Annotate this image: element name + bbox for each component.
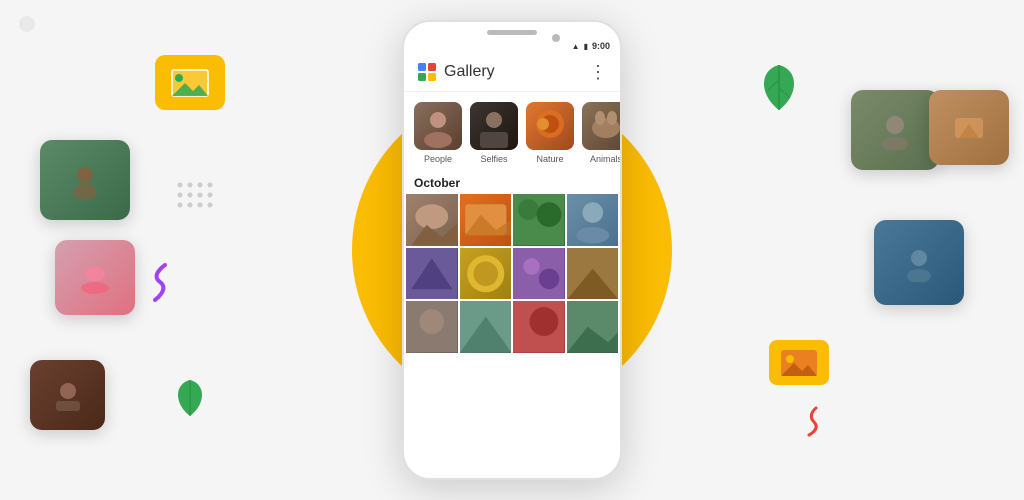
- dot-grid-decoration: [175, 180, 235, 245]
- image-card-icon: [169, 67, 211, 99]
- phone-status-bar: ▲ ▮ 9:00: [404, 39, 620, 53]
- grid-photo-8[interactable]: [567, 248, 619, 300]
- leaf-decoration-top-right: [754, 60, 804, 115]
- grid-photo-2[interactable]: [460, 194, 512, 246]
- category-selfies[interactable]: Selfies: [470, 102, 518, 164]
- grid-photo-11[interactable]: [513, 301, 565, 353]
- grid-photo-5[interactable]: [406, 248, 458, 300]
- grid-photo-4[interactable]: [567, 194, 619, 246]
- floating-photo-6: [929, 90, 1009, 165]
- gallery-logo-icon: [416, 61, 438, 83]
- floating-photo-3: [30, 360, 105, 430]
- battery-icon: ▮: [584, 42, 588, 51]
- grid-photo-6[interactable]: [460, 248, 512, 300]
- app-title: Gallery: [444, 63, 495, 81]
- image-icon-card: [155, 55, 225, 110]
- category-nature-label: Nature: [536, 154, 563, 164]
- category-nature[interactable]: Nature: [526, 102, 574, 164]
- category-selfies-label: Selfies: [480, 154, 507, 164]
- app-logo: Gallery: [416, 61, 495, 83]
- floating-photo-4: [851, 90, 939, 170]
- grid-photo-3[interactable]: [513, 194, 565, 246]
- category-animals[interactable]: Animals: [582, 102, 620, 164]
- signal-icon: ▲: [572, 42, 580, 51]
- category-nature-thumb: [526, 102, 574, 150]
- image-icon-card-2: [769, 340, 829, 385]
- category-people[interactable]: People: [414, 102, 462, 164]
- category-selfies-thumb: [470, 102, 518, 150]
- grid-photo-10[interactable]: [460, 301, 512, 353]
- grid-photo-1[interactable]: [406, 194, 458, 246]
- category-animals-label: Animals: [590, 154, 620, 164]
- more-options-icon[interactable]: ⋮: [589, 62, 608, 83]
- category-people-thumb: [414, 102, 462, 150]
- floating-photo-2: [55, 240, 135, 315]
- phone-speaker: [487, 30, 537, 35]
- google-logo: [18, 15, 36, 38]
- categories-row: People Selfies Nature Animals: [404, 92, 620, 170]
- grid-photo-7[interactable]: [513, 248, 565, 300]
- phone-camera: [552, 34, 560, 42]
- app-bar: Gallery ⋮: [404, 53, 620, 92]
- floating-photo-5: [874, 220, 964, 305]
- leaf-decoration-bottom-left: [170, 376, 210, 420]
- grid-photo-12[interactable]: [567, 301, 619, 353]
- s-curve-pink: [804, 405, 824, 440]
- grid-photo-9[interactable]: [406, 301, 458, 353]
- s-curve-purple: [145, 260, 175, 305]
- category-people-label: People: [424, 154, 452, 164]
- photo-grid: [404, 194, 620, 353]
- floating-photo-1: [40, 140, 130, 220]
- image-card-icon-2: [780, 349, 818, 377]
- phone-mockup: ▲ ▮ 9:00 Gallery ⋮ People: [402, 20, 622, 480]
- section-october-label: October: [404, 170, 620, 194]
- time-display: 9:00: [592, 41, 610, 51]
- category-animals-thumb: [582, 102, 620, 150]
